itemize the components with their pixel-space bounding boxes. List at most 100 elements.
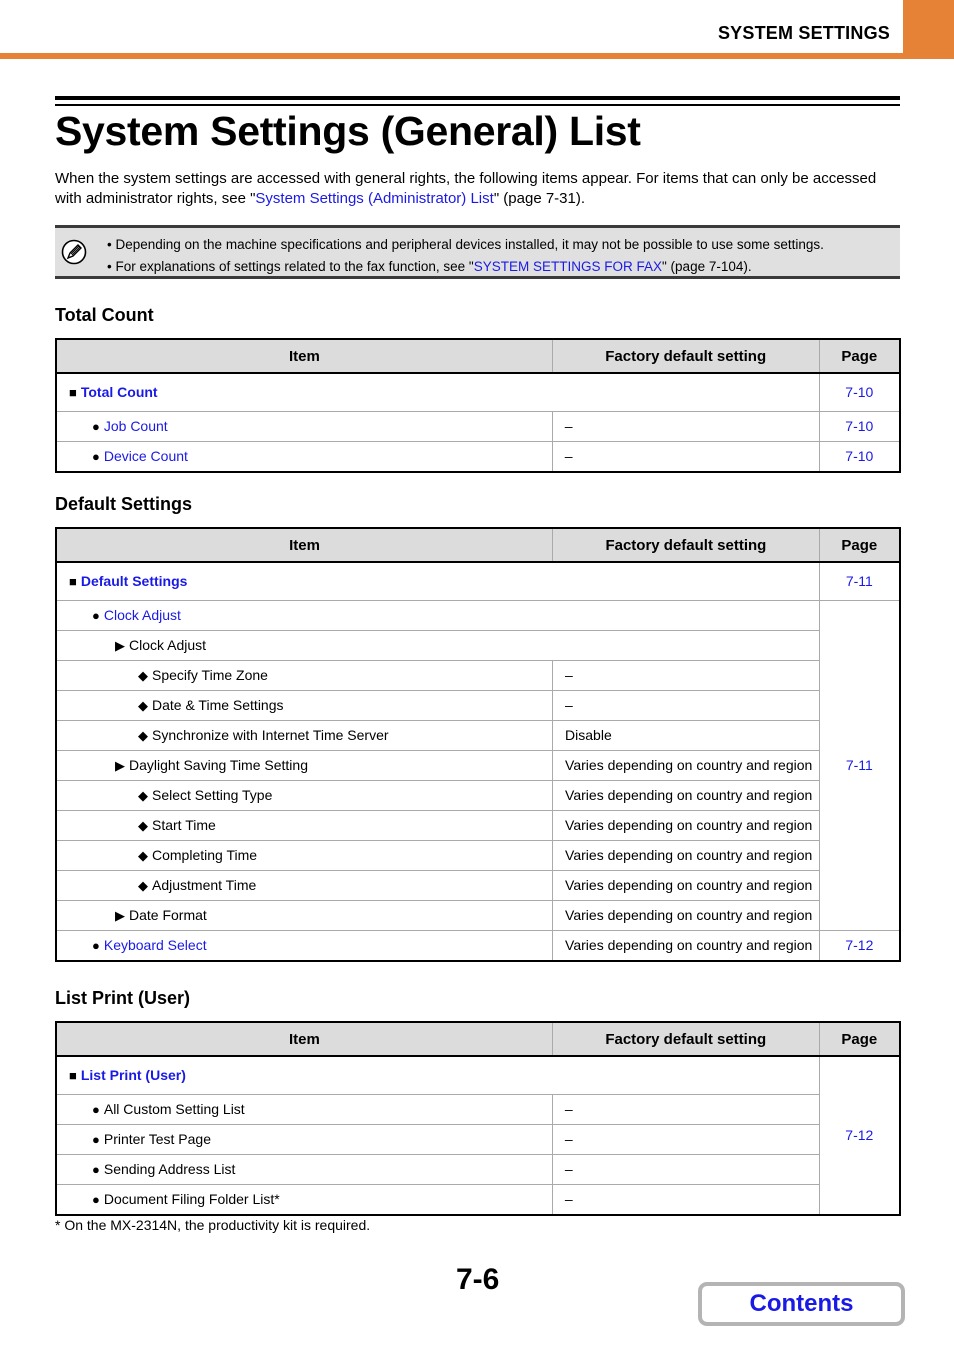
header-accent-bar [0, 53, 954, 59]
page-link[interactable]: 7-11 [846, 573, 873, 589]
default-value: Varies depending on country and region [552, 839, 820, 871]
title-rule [55, 104, 900, 106]
column-header-page: Page [818, 338, 901, 374]
table-row: ● All Custom Setting List – [55, 1093, 900, 1125]
table-row: ● Printer Test Page – [55, 1123, 900, 1155]
section-label: SYSTEM SETTINGS [717, 23, 890, 43]
circle-bullet-icon: ● [92, 1132, 100, 1147]
column-header-item: Item [55, 1021, 553, 1057]
title-rule [55, 96, 900, 100]
item-link[interactable]: Job Count [104, 418, 168, 434]
default-value: Varies depending on country and region [552, 779, 820, 811]
column-header-default: Factory default setting [551, 338, 820, 374]
default-value: Varies depending on country and region [552, 809, 820, 841]
circle-bullet-icon: ● [92, 449, 100, 464]
item-label: Adjustment Time [152, 876, 257, 893]
section-heading-list-print: List Print (User) [55, 988, 191, 1008]
table-row: ● Job Count – 7-10 [55, 410, 901, 442]
default-value: Varies depending on country and region [552, 749, 820, 781]
footnote: * On the MX-2314N, the productivity kit … [55, 1217, 371, 1233]
square-bullet-icon: ■ [69, 574, 77, 590]
item-label: Printer Test Page [103, 1131, 211, 1147]
table-row: ● Clock Adjust 7-11 [55, 599, 901, 931]
table-row: ● Sending Address List – [55, 1153, 900, 1185]
item-label: Completing Time [152, 846, 258, 863]
triangle-bullet-icon: ▶ [115, 757, 125, 773]
header-accent-block [903, 0, 954, 55]
default-value: – [551, 1123, 820, 1155]
item-label: Date Format [129, 906, 207, 923]
column-header-default: Factory default setting [552, 527, 820, 563]
table-row: ▶ Clock Adjust [55, 629, 900, 661]
page-link[interactable]: 7-10 [845, 448, 873, 464]
circle-bullet-icon: ● [92, 608, 100, 623]
table-row: ■ List Print (User) 7-12 [55, 1055, 901, 1215]
page-link[interactable]: 7-10 [845, 418, 873, 434]
triangle-bullet-icon: ▶ [115, 637, 125, 653]
note-line: • For explanations of settings related t… [107, 259, 752, 274]
default-value: – [551, 1153, 820, 1185]
intro-text: " (page 7-31). [493, 190, 586, 207]
item-label: Clock Adjust [129, 636, 207, 653]
circle-bullet-icon: ● [92, 938, 100, 953]
page-link[interactable]: 7-10 [845, 384, 873, 400]
default-value: Varies depending on country and region [552, 869, 820, 901]
table-row: ◆ Synchronize with Internet Time Server D… [55, 719, 900, 751]
circle-bullet-icon: ● [92, 1162, 100, 1177]
list-print-table: Item Factory default setting Page ■ List … [55, 1021, 901, 1216]
column-header-page: Page [818, 527, 901, 563]
table-row: ◆ Specify Time Zone – [55, 659, 900, 691]
diamond-bullet-icon: ◆ [138, 877, 148, 893]
diamond-bullet-icon: ◆ [138, 727, 148, 743]
section-heading-default-settings: Default Settings [55, 494, 193, 514]
table-row: ■ Default Settings 7-11 [55, 561, 901, 601]
contents-button[interactable]: Contents [698, 1282, 905, 1326]
table-row: ● Document Filing Folder List* – [55, 1183, 900, 1215]
column-header-default: Factory default setting [551, 1021, 820, 1057]
column-header-item: Item [55, 527, 554, 563]
page-title: System Settings (General) List [55, 108, 641, 154]
table-row: ▶ Daylight Saving Time Setting Varies dep… [55, 749, 900, 781]
item-label: All Custom Setting List [103, 1101, 245, 1117]
default-value: – [551, 440, 820, 472]
circle-bullet-icon: ● [92, 1102, 100, 1117]
admin-list-link[interactable]: System Settings (Administrator) List [255, 190, 493, 207]
table-row: ■ Total Count 7-10 [55, 372, 901, 412]
square-bullet-icon: ■ [69, 1068, 77, 1084]
item-link[interactable]: Clock Adjust [104, 607, 181, 623]
intro-paragraph: When the system settings are accessed wi… [55, 169, 905, 209]
column-header-page: Page [818, 1021, 901, 1057]
page-link[interactable]: 7-12 [845, 937, 873, 953]
default-value: – [552, 659, 820, 691]
diamond-bullet-icon: ◆ [138, 787, 148, 803]
triangle-bullet-icon: ▶ [115, 907, 125, 923]
item-link[interactable]: Default Settings [81, 573, 188, 589]
table-row: ● Keyboard Select Varies depending on cou… [55, 929, 901, 961]
table-row: ● Device Count – 7-10 [55, 440, 901, 472]
page-link[interactable]: 7-11 [846, 757, 873, 773]
section-heading-total-count: Total Count [55, 305, 154, 325]
item-label: Date & Time Settings [152, 696, 284, 713]
table-row: ◆ Adjustment Time Varies depending on cou… [55, 869, 900, 901]
item-label: Sending Address List [103, 1161, 236, 1177]
pencil-note-icon [61, 239, 87, 265]
diamond-bullet-icon: ◆ [138, 697, 148, 713]
item-link[interactable]: List Print (User) [81, 1067, 186, 1083]
item-label: Document Filing Folder List* [103, 1191, 280, 1207]
page-link[interactable]: 7-12 [845, 1127, 873, 1143]
item-link[interactable]: Total Count [81, 384, 158, 400]
note-line: • Depending on the machine specification… [107, 237, 824, 252]
item-link[interactable]: Keyboard Select [104, 937, 207, 953]
default-value: – [552, 689, 820, 721]
total-count-table: Item Factory default setting Page ■ Total… [55, 338, 901, 473]
item-link[interactable]: Device Count [104, 448, 188, 464]
fax-settings-link[interactable]: SYSTEM SETTINGS FOR FAX [474, 259, 662, 274]
default-settings-table: Item Factory default setting Page ■ Defau… [55, 527, 901, 962]
table-row: ▶ Date Format Varies depending on country… [55, 899, 900, 931]
diamond-bullet-icon: ◆ [138, 817, 148, 833]
table-row: ◆ Date & Time Settings – [55, 689, 900, 721]
item-label: Daylight Saving Time Setting [129, 756, 308, 773]
diamond-bullet-icon: ◆ [138, 847, 148, 863]
note-box: • Depending on the machine specification… [55, 225, 900, 279]
page-number: 7-6 [456, 1263, 500, 1296]
